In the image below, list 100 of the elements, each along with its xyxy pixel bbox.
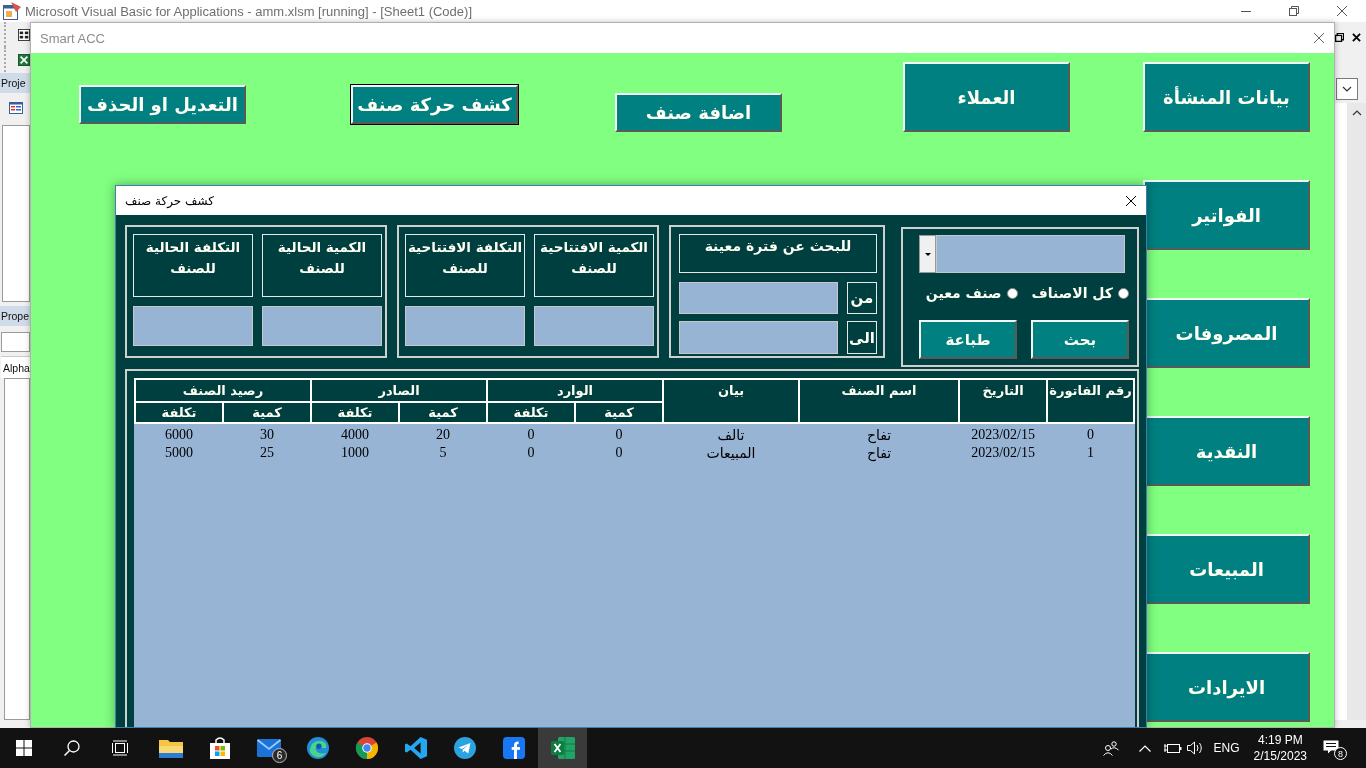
table-cell: 30 (223, 423, 311, 444)
clock-date[interactable]: 2/15/2023 (1253, 748, 1307, 764)
action-button[interactable]: بحث (1031, 320, 1129, 359)
column-header: اسم الصنف (799, 379, 960, 423)
tab[interactable]: Alpha (1, 356, 30, 378)
minimize-icon (1241, 10, 1251, 12)
table-cell: 0 (1047, 423, 1135, 444)
ribbon-icon (403, 737, 428, 759)
column-header: رقم الفاتورة (1047, 379, 1135, 423)
sheet-tile-icon[interactable] (18, 52, 30, 67)
window-title: كشف حركة صنف (125, 193, 214, 208)
close-icon (1314, 33, 1324, 43)
value-field[interactable] (534, 306, 654, 346)
table-cell: 20 (399, 423, 487, 444)
table-cell: تفاح (799, 423, 960, 444)
field-label: التكلفة الافتتاحية للصنف (405, 234, 525, 297)
table-cell-text: 0 (614, 444, 624, 462)
close-icon[interactable] (1352, 32, 1361, 42)
shopping-bag-icon (207, 737, 232, 759)
group-title: للبحث عن فترة معينة (679, 234, 877, 273)
table-cell-text: 5000 (164, 444, 194, 462)
value-field[interactable] (133, 306, 253, 346)
field-label: التكلفة الحالية للصنف (133, 234, 253, 297)
caret-down-icon (924, 252, 931, 256)
radio-option[interactable]: كل الاصناف (1031, 285, 1129, 301)
date-field[interactable] (679, 321, 838, 354)
speaker-icon[interactable] (1186, 741, 1203, 755)
table-cell: 0 (487, 423, 576, 444)
menu-button[interactable]: الفواتير (1143, 180, 1310, 250)
sheet-tile-icon (550, 737, 575, 759)
search-icon (64, 740, 80, 756)
table-cell: 4000 (311, 423, 399, 444)
chevron-down-icon (1342, 86, 1352, 92)
table-cell-text: 1 (1086, 444, 1096, 462)
square-logo-icon (501, 737, 526, 759)
people-icon[interactable] (1102, 740, 1119, 756)
table-cell: 0 (575, 423, 664, 444)
table-cell-text: 0 (526, 444, 536, 462)
value-field[interactable] (262, 306, 382, 346)
table-cell-text: 1000 (340, 444, 370, 462)
language-indicator[interactable]: ENG (1213, 741, 1240, 755)
close-icon (1126, 195, 1136, 206)
column-header: كمية (223, 402, 311, 423)
close-icon (1337, 6, 1347, 16)
table-cell-text: 5 (438, 444, 448, 462)
task-view-icon (112, 740, 128, 756)
menu-button[interactable]: اضافة صنف (615, 93, 782, 132)
chevron-up-icon[interactable] (1351, 110, 1362, 116)
scrollbar[interactable] (1347, 103, 1366, 720)
list-window-icon[interactable] (9, 102, 23, 114)
action-button[interactable]: طباعة (919, 320, 1017, 359)
panel-title: Proje (1, 77, 26, 89)
paper-plane-icon (452, 737, 477, 759)
radio-option[interactable]: صنف معين (925, 285, 1018, 301)
taskbar-app[interactable]: 6 (244, 728, 293, 768)
menu-button[interactable]: بيانات المنشأة (1143, 62, 1310, 132)
column-header: الوارد (487, 379, 664, 402)
notification-icon[interactable] (1323, 740, 1339, 754)
windows-icon (16, 740, 32, 756)
window-title: Smart ACC (40, 30, 105, 46)
folder-icon (158, 737, 183, 759)
column-header: رصيد الصنف (135, 379, 311, 402)
procedure-dropdown[interactable] (1336, 78, 1358, 100)
table-cell: تالف (663, 423, 800, 444)
restore-icon[interactable] (1335, 32, 1344, 42)
segmented-circle-icon (354, 737, 379, 759)
restore-icon (1289, 6, 1299, 16)
table-cell-text: 25 (259, 444, 275, 462)
column-header: تكلفة (311, 402, 399, 423)
panel-title: Prope (1, 310, 30, 322)
table-cell: 6000 (135, 423, 223, 444)
menu-button[interactable]: التعديل او الحذف (79, 85, 246, 124)
column-header: تكلفة (487, 402, 576, 423)
column-header: تكلفة (135, 402, 223, 423)
table-cell-text: 2023/02/15 (970, 444, 1036, 462)
menu-button[interactable]: العملاء (903, 62, 1070, 132)
column-header: كمية (399, 402, 487, 423)
field-label: الكمية الافتتاحية للصنف (534, 234, 654, 297)
window-title: Microsoft Visual Basic for Applications - amm.xlsm [running] - [Sheet1 (Code)] (25, 3, 472, 19)
value-field[interactable] (405, 306, 525, 346)
column-header: كمية (575, 402, 664, 423)
battery-icon[interactable] (1163, 742, 1182, 754)
envelope-icon (256, 737, 281, 759)
field-label: الى (847, 321, 877, 354)
date-field[interactable] (679, 282, 838, 314)
table-cell: 2023/02/15 (959, 423, 1048, 444)
grid-window-icon[interactable] (18, 27, 30, 42)
table-cell-text: المبيعات (705, 444, 757, 462)
clock-time[interactable]: 4:19 PM (1257, 732, 1303, 748)
menu-button[interactable]: كشف حركة صنف (351, 85, 518, 124)
field-label: الكمية الحالية للصنف (262, 234, 382, 297)
column-header: بيان (663, 379, 800, 423)
table-cell-text: تفاح (865, 444, 893, 462)
field-label: من (847, 282, 877, 314)
column-header: التاريخ (959, 379, 1048, 423)
object-field[interactable] (1, 332, 30, 352)
count-badge: 6 (272, 748, 287, 763)
column-header: الصادر (311, 379, 487, 402)
swirl-icon (305, 737, 330, 759)
count-badge: 8 (1334, 747, 1347, 760)
